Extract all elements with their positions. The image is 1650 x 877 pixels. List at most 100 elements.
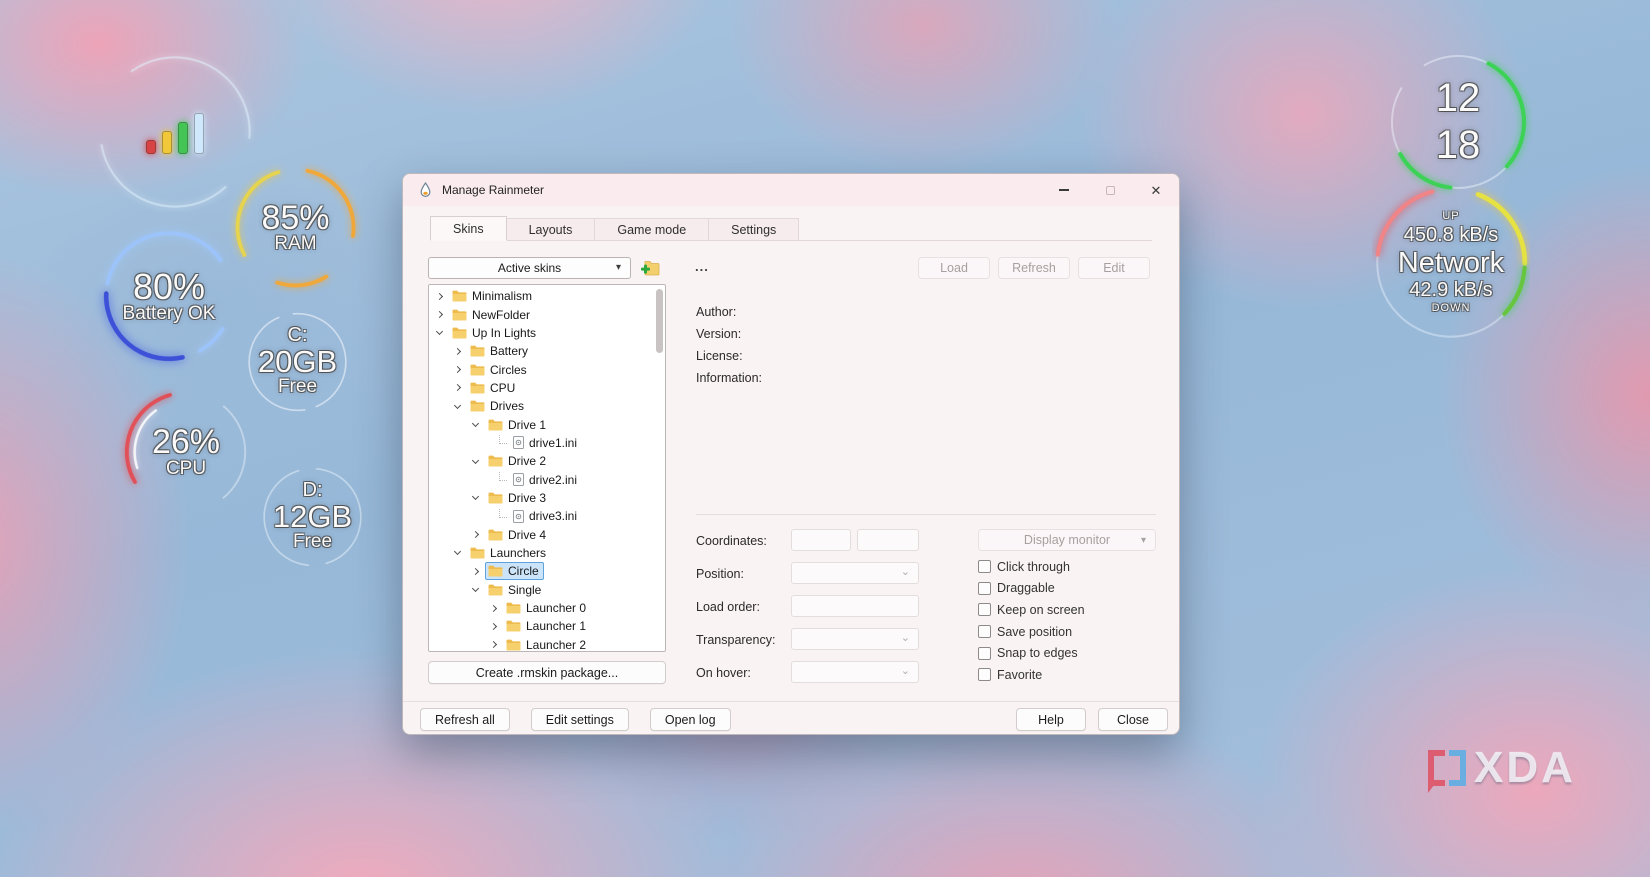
tree-item-launcher-2[interactable]: Launcher 2 [429,636,665,652]
chevron-down-icon[interactable] [436,328,443,335]
clock-minute: 18 [1436,122,1481,169]
tree-item-drive1-ini[interactable]: drive1.ini [429,434,665,452]
chevron-right-icon[interactable] [436,293,443,300]
tree-item-box: Drive 1 [485,416,551,434]
on-hover-select[interactable] [791,661,919,683]
tree-item-drive2-ini[interactable]: drive2.ini [429,470,665,488]
tree-item-battery[interactable]: Battery [429,342,665,360]
chevron-right-icon[interactable] [454,384,461,391]
close-icon: ✕ [1151,184,1162,197]
checkbox-save-position[interactable]: Save position [978,621,1085,643]
chevron-down-icon[interactable] [454,402,461,409]
tree-item-label: Drive 2 [508,454,546,468]
chevron-right-icon[interactable] [490,641,497,648]
titlebar[interactable]: Manage Rainmeter ✕ [403,174,1179,206]
checkbox-box-icon[interactable] [978,625,991,638]
tree-item-circles[interactable]: Circles [429,360,665,378]
refresh-button[interactable]: Refresh [998,257,1070,279]
tree-item-drive-1[interactable]: Drive 1 [429,415,665,433]
tree-item-label: NewFolder [472,308,530,322]
battery-arc-icon [94,221,243,370]
tree-item-up-in-lights[interactable]: Up In Lights [429,324,665,342]
checkbox-label: Favorite [997,668,1042,682]
network-title: Network [1398,248,1504,278]
signal-widget [95,52,255,212]
tree-item-minimalism[interactable]: Minimalism [429,287,665,305]
chevron-right-icon[interactable] [490,604,497,611]
coordinates-label: Coordinates: [696,534,767,548]
checkbox-click-through[interactable]: Click through [978,556,1085,578]
tree-item-drive3-ini[interactable]: drive3.ini [429,507,665,525]
chevron-right-icon[interactable] [436,311,443,318]
tab-game-mode[interactable]: Game mode [594,218,709,240]
minimize-button[interactable] [1041,174,1087,206]
create-new-skin-button[interactable] [640,259,660,277]
create-rmskin-package-button[interactable]: Create .rmskin package... [428,661,666,684]
position-select[interactable] [791,562,919,584]
tree-item-box: Single [485,581,546,599]
checkbox-box-icon[interactable] [978,647,991,660]
close-button[interactable]: ✕ [1133,174,1179,206]
edit-settings-button[interactable]: Edit settings [531,708,629,731]
chevron-down-icon[interactable] [472,420,479,427]
checkbox-box-icon[interactable] [978,668,991,681]
tree-item-box: Launchers [467,544,551,562]
tree-item-launcher-1[interactable]: Launcher 1 [429,617,665,635]
tab-skins[interactable]: Skins [430,216,507,241]
chevron-right-icon[interactable] [490,623,497,630]
coordinate-x-input[interactable] [791,529,851,551]
tab-settings[interactable]: Settings [708,218,799,240]
chevron-right-icon[interactable] [454,366,461,373]
chevron-right-icon[interactable] [472,531,479,538]
tree-item-launcher-0[interactable]: Launcher 0 [429,599,665,617]
tree-item-drive-3[interactable]: Drive 3 [429,489,665,507]
tree-item-label: Minimalism [472,289,532,303]
tree-item-box: NewFolder [449,306,535,324]
tree-item-newfolder[interactable]: NewFolder [429,305,665,323]
clock-hour: 12 [1436,75,1481,122]
tree-item-circle[interactable]: Circle [429,562,665,580]
checkbox-draggable[interactable]: Draggable [978,578,1085,600]
coordinate-y-input[interactable] [857,529,919,551]
checkbox-snap-to-edges[interactable]: Snap to edges [978,642,1085,664]
maximize-button[interactable] [1087,174,1133,206]
tree-item-drive-4[interactable]: Drive 4 [429,525,665,543]
rainmeter-drop-icon [418,182,433,198]
tree-item-label: drive3.ini [529,509,577,523]
checkbox-box-icon[interactable] [978,560,991,573]
chevron-right-icon[interactable] [472,568,479,575]
tree-item-drives[interactable]: Drives [429,397,665,415]
checkbox-label: Click through [997,560,1070,574]
checkbox-box-icon[interactable] [978,582,991,595]
chevron-down-icon[interactable] [472,585,479,592]
tree-scrollbar[interactable] [656,289,663,353]
open-log-button[interactable]: Open log [650,708,731,731]
chevron-down-icon[interactable] [472,457,479,464]
skins-tree[interactable]: MinimalismNewFolderUp In LightsBatteryCi… [428,284,666,652]
edit-button[interactable]: Edit [1078,257,1150,279]
chevron-down-icon[interactable] [454,548,461,555]
folder-icon [488,529,503,541]
refresh-all-button[interactable]: Refresh all [420,708,510,731]
signal-bar-icon [146,140,156,154]
ini-file-icon [513,510,524,523]
load-order-input[interactable] [791,595,919,617]
tree-item-launchers[interactable]: Launchers [429,544,665,562]
checkbox-favorite[interactable]: Favorite [978,664,1085,686]
help-button[interactable]: Help [1016,708,1086,731]
checkbox-box-icon[interactable] [978,603,991,616]
tree-item-single[interactable]: Single [429,581,665,599]
information-label: Information: [696,371,762,393]
close-button[interactable]: Close [1098,708,1168,731]
transparency-select[interactable] [791,628,919,650]
skins-filter-dropdown[interactable]: Active skins ▾ [428,257,631,279]
load-button[interactable]: Load [918,257,990,279]
tree-item-cpu[interactable]: CPU [429,379,665,397]
chevron-down-icon[interactable] [472,493,479,500]
tree-item-box: Up In Lights [449,324,541,342]
checkbox-keep-on-screen[interactable]: Keep on screen [978,599,1085,621]
display-monitor-button[interactable]: Display monitor [978,529,1156,551]
tab-layouts[interactable]: Layouts [506,218,596,240]
chevron-right-icon[interactable] [454,348,461,355]
tree-item-drive-2[interactable]: Drive 2 [429,452,665,470]
